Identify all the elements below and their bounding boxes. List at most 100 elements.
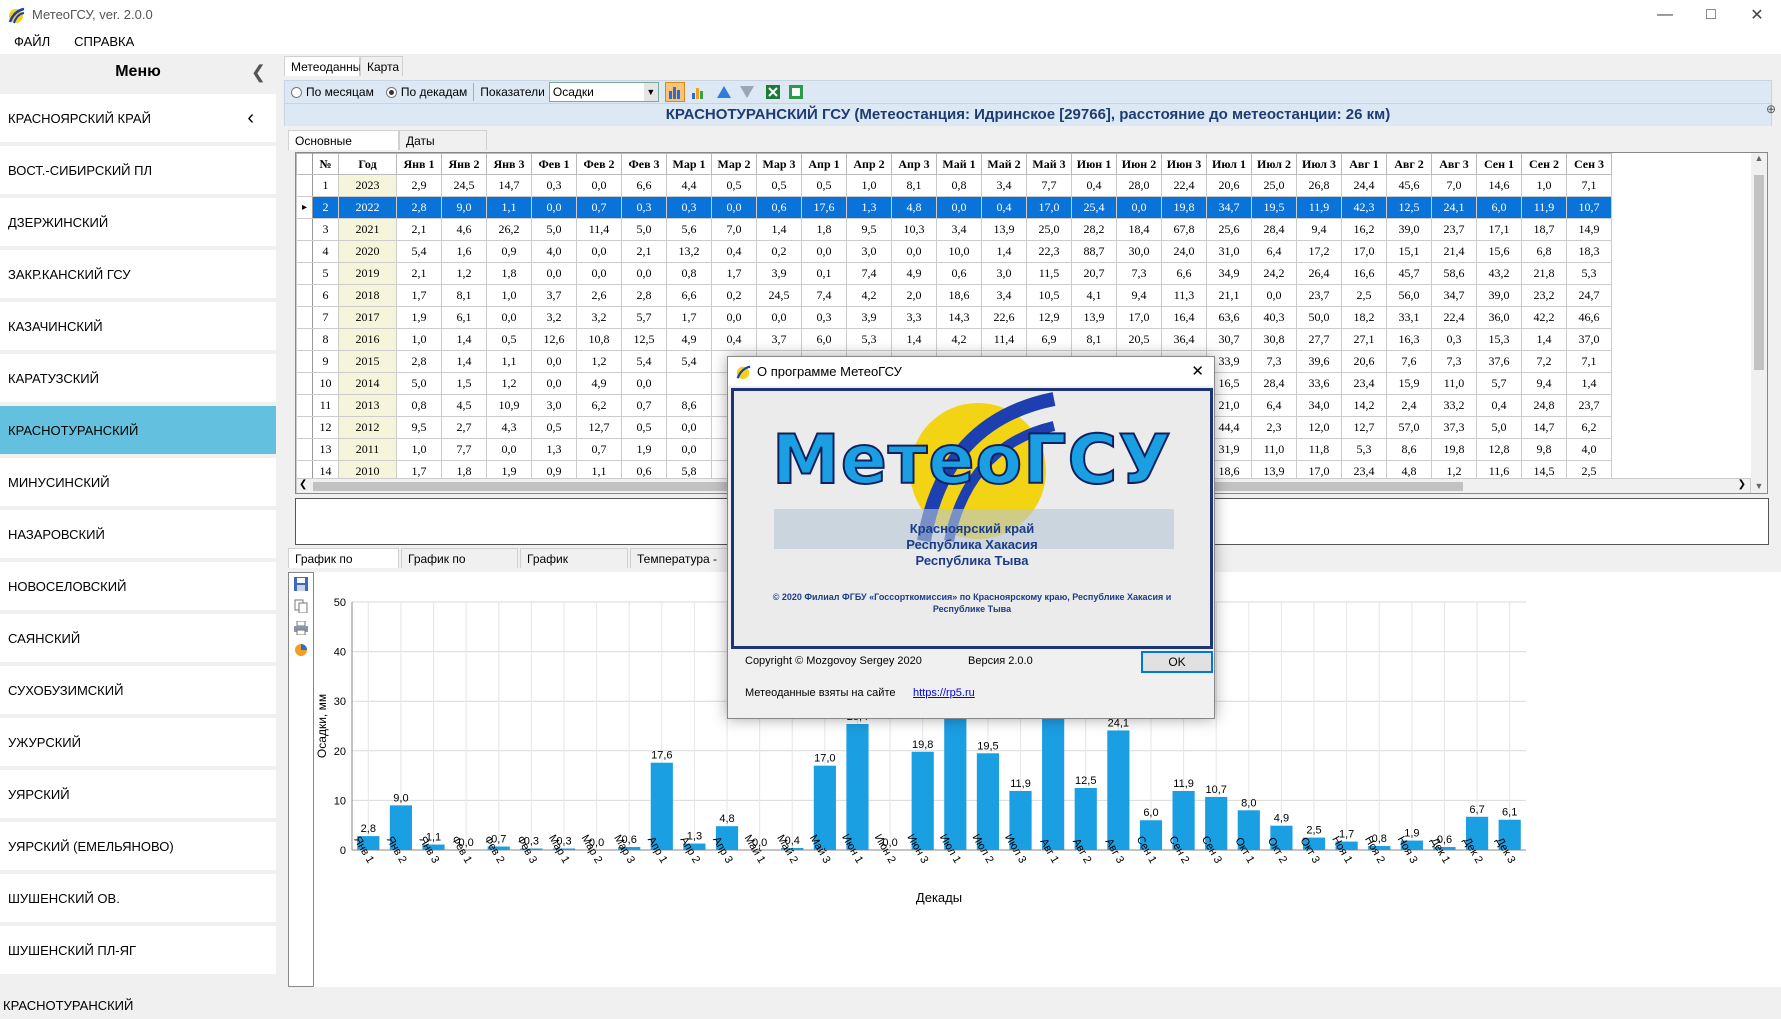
table-cell[interactable]: 17,0 [1116, 306, 1162, 329]
table-cell[interactable]: 11,0 [1251, 438, 1297, 461]
sidebar-item[interactable]: ДЗЕРЖИНСКИЙ [0, 198, 276, 248]
table-cell[interactable]: 0,0 [531, 196, 577, 219]
sidebar-item[interactable]: ЗАКР.КАНСКИЙ ГСУ [0, 250, 276, 300]
tab-map[interactable]: Карта [360, 56, 403, 76]
column-header[interactable]: Апр 2 [846, 153, 892, 175]
table-cell[interactable]: 0,5 [801, 174, 847, 197]
table-cell[interactable]: 2012 [338, 416, 397, 439]
table-cell[interactable]: 1 [312, 174, 339, 197]
table-cell[interactable]: 3,2 [531, 306, 577, 329]
table-cell[interactable]: 4,2 [846, 284, 892, 307]
table-cell[interactable]: 16,4 [1161, 306, 1207, 329]
table-cell[interactable]: 6,9 [1026, 328, 1072, 351]
table-cell[interactable]: 7,0 [1431, 174, 1477, 197]
table-cell[interactable]: 2,0 [891, 284, 937, 307]
scroll-right-icon[interactable]: ❯ [1738, 479, 1746, 490]
table-cell[interactable]: 2015 [338, 350, 397, 373]
table-cell[interactable]: 24,4 [1341, 174, 1387, 197]
table-cell[interactable]: 1,2 [576, 350, 622, 373]
table-cell[interactable]: 1,9 [621, 438, 667, 461]
column-header[interactable]: Май 1 [936, 153, 982, 175]
table-cell[interactable]: 3,2 [576, 306, 622, 329]
table-cell[interactable]: 6,6 [1161, 262, 1207, 285]
table-cell[interactable]: 63,6 [1206, 306, 1252, 329]
table-cell[interactable]: 16,2 [1341, 218, 1387, 241]
table-cell[interactable]: 6,0 [801, 328, 847, 351]
table-cell[interactable]: 2011 [338, 438, 397, 461]
column-header[interactable]: Фев 2 [576, 153, 622, 175]
table-cell[interactable]: 0,3 [801, 306, 847, 329]
table-cell[interactable]: 4,6 [441, 218, 487, 241]
table-cell[interactable]: 8,6 [1386, 438, 1432, 461]
table-cell[interactable]: 21,8 [1521, 262, 1567, 285]
table-cell[interactable]: 2022 [338, 196, 397, 219]
table-cell[interactable]: 2,3 [1251, 416, 1297, 439]
table-cell[interactable]: 11,4 [981, 328, 1027, 351]
table-cell[interactable]: 4 [312, 240, 339, 263]
table-cell[interactable]: 15,6 [1476, 240, 1522, 263]
row-header[interactable] [296, 306, 313, 329]
table-cell[interactable]: 3,7 [756, 328, 802, 351]
table-cell[interactable]: 4,9 [666, 328, 712, 351]
table-cell[interactable]: 37,6 [1476, 350, 1522, 373]
table-cell[interactable]: 1,7 [711, 262, 757, 285]
table-cell[interactable]: 17,6 [801, 196, 847, 219]
table-cell[interactable]: 39,6 [1296, 350, 1342, 373]
table-cell[interactable]: 6,6 [621, 174, 667, 197]
table-cell[interactable]: 1,0 [486, 284, 532, 307]
table-cell[interactable]: 7,4 [801, 284, 847, 307]
table-cell[interactable]: 4,3 [486, 416, 532, 439]
table-cell[interactable]: 0,0 [1116, 196, 1162, 219]
table-cell[interactable]: 1,0 [846, 174, 892, 197]
table-row[interactable]: 5 2019 2,1 1,2 1,8 0,0 0,0 0,0 0,8 1,7 3,9 0,1 7,4 4,… [296, 262, 1612, 285]
table-cell[interactable]: 1,4 [1566, 372, 1612, 395]
table-cell[interactable]: 6,4 [1251, 240, 1297, 263]
close-window-icon[interactable]: ✕ [1734, 0, 1780, 29]
table-cell[interactable]: 19,5 [1251, 196, 1297, 219]
table-cell[interactable]: 1,3 [531, 438, 577, 461]
ok-button[interactable]: OK [1141, 651, 1213, 673]
by-month-radio[interactable] [291, 86, 302, 98]
table-cell[interactable]: 37,3 [1431, 416, 1477, 439]
table-cell[interactable]: 9 [312, 350, 339, 373]
table-cell[interactable]: 27,1 [1341, 328, 1387, 351]
chart-settings-icon[interactable] [289, 639, 313, 661]
table-cell[interactable]: 0,4 [981, 196, 1027, 219]
table-cell[interactable]: 17,2 [1296, 240, 1342, 263]
save-icon[interactable] [289, 573, 313, 595]
table-cell[interactable]: 13,9 [1071, 306, 1117, 329]
column-chart-icon[interactable] [688, 82, 708, 102]
table-cell[interactable]: 20,6 [1206, 174, 1252, 197]
table-cell[interactable]: 13,2 [666, 240, 712, 263]
column-header[interactable]: Год [338, 153, 397, 175]
table-cell[interactable]: 23,2 [1521, 284, 1567, 307]
table-cell[interactable]: 15,9 [1386, 372, 1432, 395]
table-cell[interactable]: 2019 [338, 262, 397, 285]
table-cell[interactable]: 45,7 [1386, 262, 1432, 285]
table-cell[interactable]: 21,1 [1206, 284, 1252, 307]
table-row[interactable]: 1 2023 2,9 24,5 14,7 0,3 0,0 6,6 4,4 0,5 0,5 0,5 1,0… [296, 174, 1612, 197]
table-cell[interactable]: 0,0 [711, 306, 757, 329]
table-cell[interactable]: 2,5 [1341, 284, 1387, 307]
table-cell[interactable]: 0,0 [486, 306, 532, 329]
table-cell[interactable]: 30,0 [1116, 240, 1162, 263]
table-cell[interactable]: 1,2 [441, 262, 487, 285]
table-cell[interactable]: 1,4 [756, 218, 802, 241]
table-cell[interactable]: 7,0 [711, 218, 757, 241]
column-header[interactable]: Апр 3 [891, 153, 937, 175]
table-cell[interactable]: 2,8 [396, 196, 442, 219]
table-cell[interactable]: 0,0 [1251, 284, 1297, 307]
table-cell[interactable]: 0,6 [756, 196, 802, 219]
expand-arrow-icon[interactable]: ‹ [247, 107, 254, 130]
table-cell[interactable]: 1,0 [396, 328, 442, 351]
table-cell[interactable]: 11,9 [1296, 196, 1342, 219]
table-cell[interactable]: 5 [312, 262, 339, 285]
table-cell[interactable]: 12,9 [1026, 306, 1072, 329]
table-cell[interactable]: 0,0 [576, 240, 622, 263]
table-cell[interactable]: 33,2 [1431, 394, 1477, 417]
table-cell[interactable]: 5,3 [1341, 438, 1387, 461]
sidebar-item[interactable]: СУХОБУЗИМСКИЙ [0, 666, 276, 716]
table-cell[interactable]: 17,0 [1341, 240, 1387, 263]
table-cell[interactable]: 10,3 [891, 218, 937, 241]
table-cell[interactable]: 2,7 [441, 416, 487, 439]
